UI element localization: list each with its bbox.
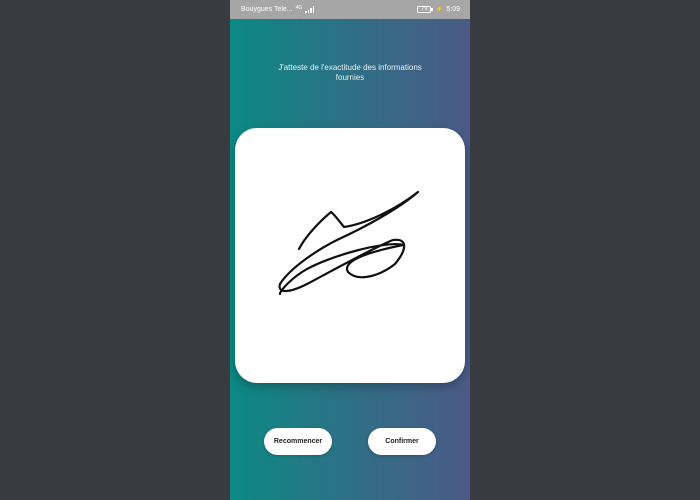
restart-button[interactable]: Recommencer xyxy=(264,428,332,455)
battery-level: 79 xyxy=(417,6,432,13)
status-time: 5:09 xyxy=(446,6,460,13)
carrier-name: Bouygues Tele... xyxy=(241,6,293,13)
attestation-text: J'atteste de l'exactitude des informatio… xyxy=(278,63,422,82)
phone-screen: Bouygues Tele... 4G 79 ⚡ 5:09 J'atteste … xyxy=(230,0,470,500)
status-left: Bouygues Tele... 4G xyxy=(241,4,315,13)
signature-pad[interactable] xyxy=(235,128,465,383)
charging-bolt-icon: ⚡ xyxy=(435,6,444,13)
status-right: 79 ⚡ 5:09 xyxy=(417,6,460,13)
network-type: 4G xyxy=(295,4,303,11)
signal-icon xyxy=(305,6,315,13)
confirm-button[interactable]: Confirmer xyxy=(368,428,436,455)
signature-stroke xyxy=(278,190,420,296)
battery-icon: 79 xyxy=(417,6,433,13)
status-bar: Bouygues Tele... 4G 79 ⚡ 5:09 xyxy=(230,0,470,19)
